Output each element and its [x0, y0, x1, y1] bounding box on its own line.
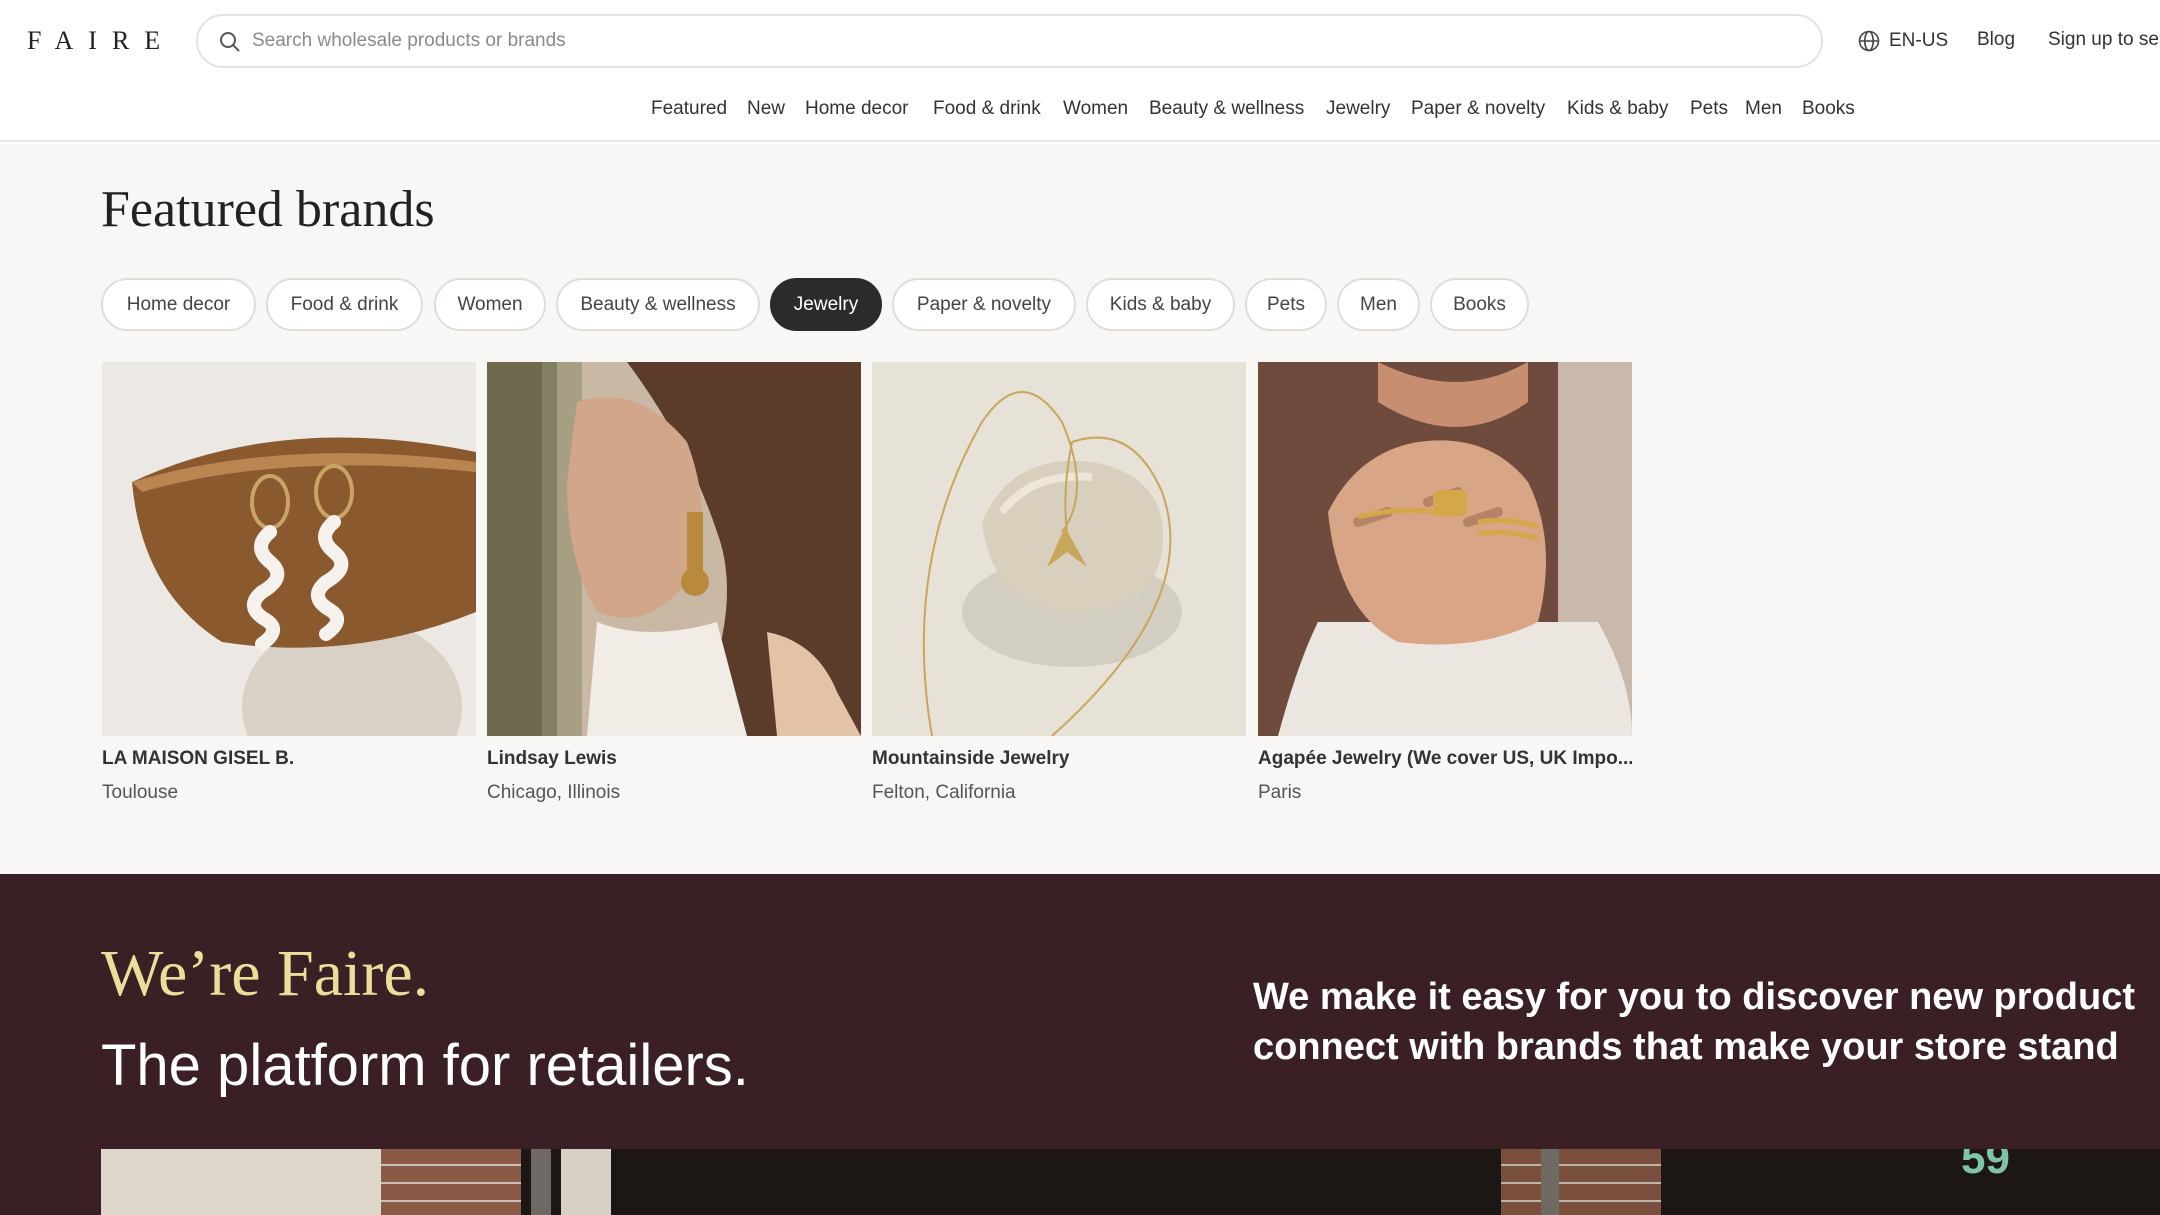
about-section: We’re Faire. The platform for retailers.… — [0, 874, 2160, 1215]
nav-item-home-decor[interactable]: Home decor — [805, 98, 909, 120]
chip-men[interactable]: Men — [1337, 278, 1420, 331]
nav-item-books[interactable]: Books — [1802, 98, 1855, 120]
chip-beauty-wellness[interactable]: Beauty & wellness — [556, 278, 760, 331]
storefront-number: 59 — [1961, 1149, 2010, 1183]
faire-logo[interactable]: FAIRE — [27, 26, 175, 56]
about-subtitle: The platform for retailers. — [101, 1033, 749, 1098]
language-selector[interactable]: EN-US — [1857, 28, 1948, 54]
about-description: We make it easy for you to discover new … — [1253, 972, 2160, 1072]
brand-location: Toulouse — [102, 782, 179, 803]
nav-item-food-drink[interactable]: Food & drink — [933, 98, 1041, 120]
language-label: EN-US — [1889, 30, 1949, 51]
chip-women[interactable]: Women — [434, 278, 546, 331]
nav-item-men[interactable]: Men — [1745, 98, 1782, 120]
about-title: We’re Faire. — [101, 937, 430, 1010]
chip-books[interactable]: Books — [1430, 278, 1529, 331]
search-icon — [220, 32, 240, 52]
nav-item-kids-baby[interactable]: Kids & baby — [1567, 98, 1668, 120]
globe-icon — [1858, 30, 1880, 52]
chip-pets[interactable]: Pets — [1245, 278, 1327, 331]
chip-jewelry-active[interactable]: Jewelry — [770, 278, 882, 331]
brand-card[interactable]: Mountainside Jewelry Felton, California — [872, 362, 1246, 804]
storefront-image: 59 — [101, 1149, 2160, 1215]
nav-item-featured[interactable]: Featured — [651, 98, 727, 120]
chip-paper-novelty[interactable]: Paper & novelty — [892, 278, 1076, 331]
brand-image-hand-rings[interactable] — [1258, 362, 1632, 736]
brand-name[interactable]: Agapée Jewelry (We cover US, UK Impo... — [1258, 748, 1632, 770]
nav-item-paper-novelty[interactable]: Paper & novelty — [1411, 98, 1545, 120]
brand-name[interactable]: Lindsay Lewis — [487, 748, 861, 770]
brand-name[interactable]: LA MAISON GISEL B. — [102, 748, 476, 770]
nav-item-jewelry[interactable]: Jewelry — [1326, 98, 1390, 120]
blog-link[interactable]: Blog — [1977, 29, 2015, 51]
featured-brands-section: Featured brands Home decor Food & drink … — [0, 144, 2160, 874]
chip-kids-baby[interactable]: Kids & baby — [1086, 278, 1235, 331]
nav-item-new[interactable]: New — [747, 98, 785, 120]
featured-brands-title: Featured brands — [101, 181, 435, 238]
brand-image-earrings-on-bowl[interactable] — [102, 362, 476, 736]
brand-image-necklace-on-stone[interactable] — [872, 362, 1246, 736]
nav-item-women[interactable]: Women — [1063, 98, 1128, 120]
brand-card[interactable]: LA MAISON GISEL B. Toulouse — [102, 362, 476, 804]
about-description-line-2: connect with brands that make your store… — [1253, 1026, 2119, 1068]
signup-link[interactable]: Sign up to se — [2048, 29, 2159, 51]
category-nav: Featured New Home decor Food & drink Wom… — [0, 98, 2160, 128]
search-bar[interactable] — [196, 14, 1823, 68]
brand-image-woman-earring[interactable] — [487, 362, 861, 736]
nav-item-pets[interactable]: Pets — [1690, 98, 1728, 120]
brand-card[interactable]: Agapée Jewelry (We cover US, UK Impo... … — [1258, 362, 1632, 804]
chip-home-decor[interactable]: Home decor — [101, 278, 256, 331]
brand-name[interactable]: Mountainside Jewelry — [872, 748, 1246, 770]
site-header: FAIRE EN-US Blog Sign up to se Featured … — [0, 0, 2160, 142]
brand-location: Paris — [1258, 782, 1302, 803]
chip-food-drink[interactable]: Food & drink — [266, 278, 423, 331]
nav-item-beauty-wellness[interactable]: Beauty & wellness — [1149, 98, 1304, 120]
brand-card[interactable]: Lindsay Lewis Chicago, Illinois — [487, 362, 861, 804]
brand-location: Felton, California — [872, 782, 1016, 803]
brand-location: Chicago, Illinois — [487, 782, 621, 803]
search-input[interactable] — [252, 26, 1752, 56]
about-description-line-1: We make it easy for you to discover new … — [1253, 976, 2135, 1018]
